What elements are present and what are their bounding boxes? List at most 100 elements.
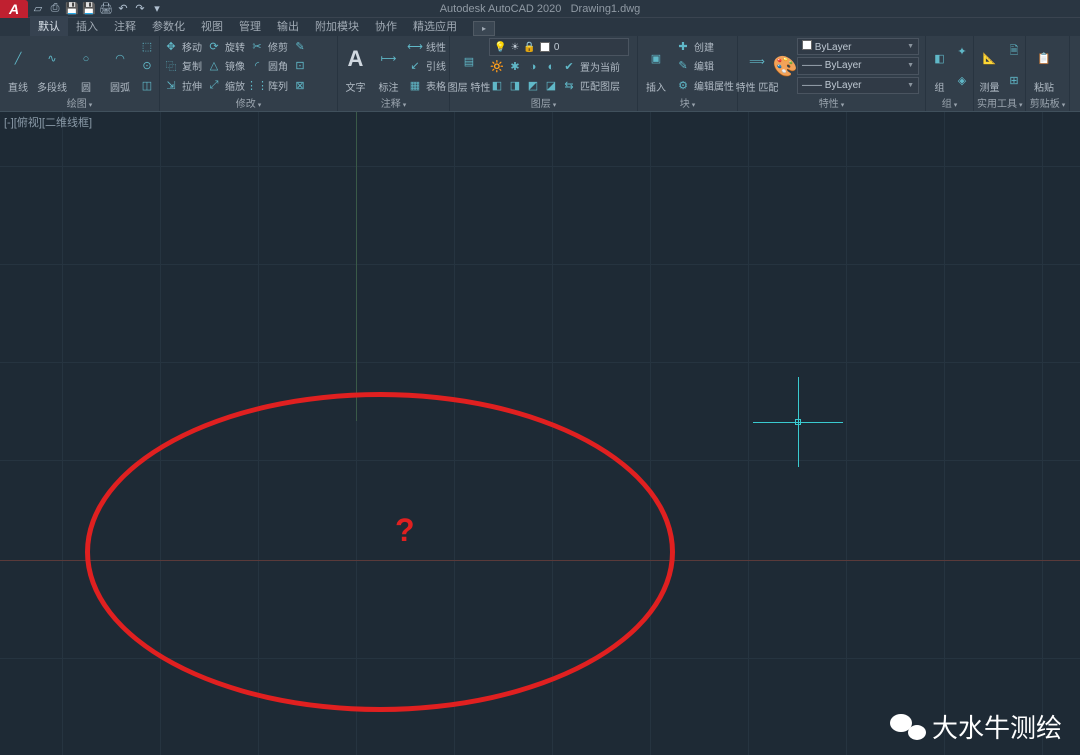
panel-group-title[interactable]: 组 [929,94,970,110]
arc-icon: ◠ [105,38,135,79]
move-button[interactable]: ✥移动 [163,38,202,55]
tab-manage[interactable]: 管理 [231,16,269,36]
layer-tool-2[interactable]: ✱ [507,58,523,75]
layer-tool-5[interactable]: ◧ [489,77,505,94]
linetype-dropdown[interactable]: —— ByLayer▼ [797,57,919,74]
layer-tool-8[interactable]: ◪ [543,77,559,94]
layer-tool-7[interactable]: ◩ [525,77,541,94]
group-ext2[interactable]: ◈ [954,72,970,89]
tab-output[interactable]: 输出 [269,16,307,36]
panel-properties: ⟹特性 匹配 🎨 ByLayer▼ —— ByLayer▼ —— ByLayer… [738,36,926,111]
tab-default[interactable]: 默认 [30,16,68,36]
insert-icon: ▣ [641,38,671,79]
group-button[interactable]: ◧组 [929,38,950,94]
util-ext2[interactable]: ⊞ [1006,72,1022,89]
modify-extra2[interactable]: ⊡ [292,57,308,74]
tab-parametric[interactable]: 参数化 [144,16,193,36]
dim-button[interactable]: ⟼标注 [374,38,403,94]
ruler-icon: 📐 [977,38,1002,79]
qat-more-icon[interactable]: ▾ [149,1,165,17]
modify-extra[interactable]: ✎ [292,38,308,55]
tab-featured[interactable]: 精选应用 [405,16,465,36]
layer-tool-1[interactable]: 🔆 [489,58,505,75]
quick-access-toolbar: ▱ ⎙ 💾 💾 🖨 ↶ ↷ ▾ [28,1,165,17]
qat-redo-icon[interactable]: ↷ [132,1,148,17]
qat-open-icon[interactable]: ⎙ [47,1,63,17]
panel-utilities-title[interactable]: 实用工具 [977,94,1022,110]
drawing-canvas[interactable]: [-][俯视][二维线框] ? 大水牛测绘 [0,112,1080,755]
tab-annotate[interactable]: 注释 [106,16,144,36]
text-button[interactable]: A文字 [341,38,370,94]
mirror-button[interactable]: △镜像 [206,57,245,74]
layer-selector[interactable]: 💡 ☀ 🔒 0 [489,38,629,56]
panel-layers-title[interactable]: 图层 [453,94,634,110]
qat-saveas-icon[interactable]: 💾 [81,1,97,17]
insert-block-button[interactable]: ▣插入 [641,38,671,94]
draw-ext1[interactable]: ⬚ [139,38,155,55]
paste-button[interactable]: 📋粘贴 [1029,38,1059,94]
qat-save-icon[interactable]: 💾 [64,1,80,17]
viewport-label[interactable]: [-][俯视][二维线框] [4,114,92,130]
measure-button[interactable]: 📐测量 [977,38,1002,94]
panel-annotation-title[interactable]: 注释 [341,94,446,110]
tab-collaborate[interactable]: 协作 [367,16,405,36]
layer-properties-button[interactable]: ▤图层 特性 [453,38,485,94]
set-current-layer-button[interactable]: ✔置为当前 [561,58,620,75]
tab-overflow[interactable]: ▸ [473,21,495,36]
rotate-button[interactable]: ⟳旋转 [206,38,245,55]
scale-button[interactable]: ⤢缩放 [206,77,245,94]
arc-button[interactable]: ◠圆弧 [105,38,135,94]
leader-button[interactable]: ↙引线 [407,57,446,74]
layer-tool-3[interactable]: ◑ [525,58,541,75]
panel-annotation: A文字 ⟼标注 ⟷线性 ↙引线 ▦表格 注释 [338,36,450,111]
draw-ext2[interactable]: ⊙ [139,57,155,74]
qat-undo-icon[interactable]: ↶ [115,1,131,17]
edit-block-button[interactable]: ✎编辑 [675,57,734,74]
polyline-button[interactable]: ∿多段线 [37,38,67,94]
panel-draw-title[interactable]: 绘图 [3,94,156,110]
fillet-button[interactable]: ◜圆角 [249,57,288,74]
linear-button[interactable]: ⟷线性 [407,38,446,55]
circle-button[interactable]: ○圆 [71,38,101,94]
app-logo[interactable]: A [0,0,28,18]
trim-button[interactable]: ✂修剪 [249,38,288,55]
tab-addins[interactable]: 附加模块 [307,16,367,36]
layer-tool-6[interactable]: ◨ [507,77,523,94]
table-button[interactable]: ▦表格 [407,77,446,94]
panel-block-title[interactable]: 块 [641,94,734,110]
qat-plot-icon[interactable]: 🖨 [98,1,114,17]
bulb-icon: 💡 [494,42,506,53]
wechat-icon [890,712,926,742]
modify-extra3[interactable]: ⊠ [292,77,308,94]
panel-properties-title[interactable]: 特性 [741,94,922,110]
tab-insert[interactable]: 插入 [68,16,106,36]
qat-new-icon[interactable]: ▱ [30,1,46,17]
sun-icon: ☀ [510,42,519,53]
create-block-button[interactable]: ✚创建 [675,38,734,55]
edit-attr-button[interactable]: ⚙编辑属性 [675,77,734,94]
polyline-icon: ∿ [37,38,67,79]
group-ext1[interactable]: ✦ [954,43,970,60]
group-icon: ◧ [929,38,950,79]
line-button[interactable]: ╱直线 [3,38,33,94]
panel-modify-title[interactable]: 修改 [163,94,334,110]
util-ext1[interactable]: 🗎 [1006,43,1022,60]
plus-icon: ✚ [675,40,691,54]
text-icon: A [341,38,370,79]
layer-props-icon: ▤ [453,38,485,84]
stretch-button[interactable]: ⇲拉伸 [163,77,202,94]
color-dropdown[interactable]: ByLayer▼ [797,38,919,55]
tab-view[interactable]: 视图 [193,16,231,36]
color-wheel-button[interactable]: 🎨 [777,38,793,94]
array-button[interactable]: ⋮⋮阵列 [249,77,288,94]
panel-clipboard-title[interactable]: 剪贴板 [1029,94,1066,110]
draw-ext3[interactable]: ◫ [139,77,155,94]
match-layer-button[interactable]: ⇆匹配图层 [561,77,620,94]
lineweight-dropdown[interactable]: —— ByLayer▼ [797,77,919,94]
scale-icon: ⤢ [206,78,222,92]
fillet-icon: ◜ [249,59,265,73]
layer-tool-4[interactable]: ◐ [543,58,559,75]
circle-icon: ○ [71,38,101,79]
copy-button[interactable]: ⿻复制 [163,57,202,74]
match-properties-button[interactable]: ⟹特性 匹配 [741,38,773,94]
